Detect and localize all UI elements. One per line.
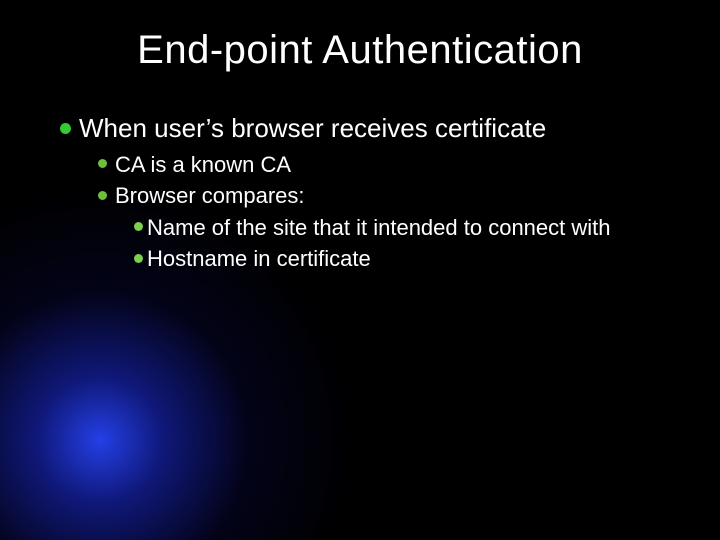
bullet-text: Hostname in certificate — [147, 246, 371, 271]
bullet-icon — [134, 222, 143, 231]
bullet-icon — [98, 159, 107, 168]
bullet-text: CA is a known CA — [115, 152, 291, 177]
bullet-level-2: Browser compares: — [98, 182, 670, 210]
bullet-text: Name of the site that it intended to con… — [147, 215, 611, 240]
bullet-level-1: When user’s browser receives certificate — [60, 112, 670, 145]
bullet-text: When user’s browser receives certificate — [79, 113, 546, 143]
slide-title: End-point Authentication — [0, 28, 720, 73]
bullet-icon — [60, 123, 71, 134]
bullet-icon — [134, 254, 143, 263]
slide: End-point Authentication When user’s bro… — [0, 0, 720, 540]
slide-body: When user’s browser receives certificate… — [60, 112, 670, 273]
bullet-text: Browser compares: — [115, 183, 305, 208]
bullet-level-3: Name of the site that it intended to con… — [134, 214, 670, 242]
bullet-level-3: Hostname in certificate — [134, 245, 670, 273]
bullet-icon — [98, 191, 107, 200]
bullet-level-2: CA is a known CA — [98, 151, 670, 179]
